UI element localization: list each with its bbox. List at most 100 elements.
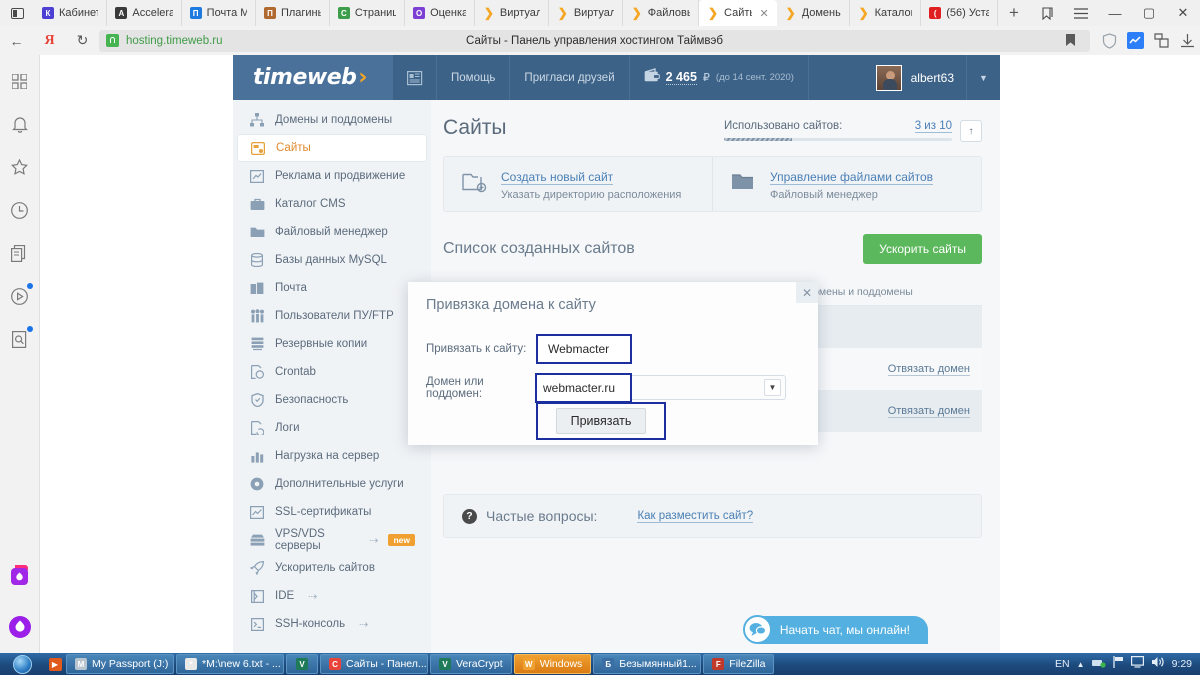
usage-value[interactable]: 3 из 10 [914,120,952,133]
balance-block[interactable]: 2 465 ₽ (до 14 сент. 2020) [630,55,809,100]
sidebar-item-19[interactable]: SSH-консоль ⇢ [237,610,427,638]
yandex-metrika-icon[interactable] [1122,26,1148,55]
taskbar-button[interactable]: M My Passport (J:) [66,654,174,674]
sidebar-item-16[interactable]: VPS/VDS серверы ⇢ new [237,526,427,554]
back-button[interactable]: ← [0,26,33,55]
omnibox[interactable]: hosting.timeweb.ru Сайты - Панель управл… [99,29,1090,52]
close-icon[interactable]: ✕ [796,282,818,303]
unlink-domain-link[interactable]: Отвязать домен [887,363,970,376]
browser-tab[interactable]: ❯ Домены [777,0,850,26]
create-site-action[interactable]: Создать новый сайт Указать директорию ра… [444,157,712,211]
sidebar-item-14[interactable]: Дополнительные услуги [237,470,427,498]
faq-link[interactable]: Как разместить сайт? [637,510,754,523]
sidebar-item-6[interactable]: Базы данных MySQL [237,246,427,274]
timeweb-logo[interactable]: timeweb › [233,55,393,100]
bell-icon[interactable] [8,112,32,136]
browser-tab[interactable]: ❯ Каталог [850,0,922,26]
browser-tab[interactable]: A Accelera [107,0,182,26]
photoshop-app-icon[interactable] [8,564,32,588]
network-icon[interactable] [1091,655,1106,673]
file-manager-title[interactable]: Управление файлами сайтов [770,170,934,185]
windows-start-orb[interactable] [0,653,44,675]
shield-protect-icon[interactable] [1096,26,1122,55]
close-tab-icon[interactable]: ✕ [759,7,768,20]
accelerate-sites-button[interactable]: Ускорить сайты [863,234,982,264]
sidebar-item-13[interactable]: Нагрузка на сервер [237,442,427,470]
invite-friends-link[interactable]: Пригласи друзей [510,55,630,100]
browser-menu-button[interactable] [1064,0,1098,26]
taskbar-button[interactable]: С Сайты - Панел... [320,654,428,674]
apps-grid-icon[interactable] [8,69,32,93]
browser-tab[interactable]: ❯ Виртуал [475,0,549,26]
sidebar-item-12[interactable]: Логи [237,414,427,442]
taskbar-button[interactable]: * *M:\new 6.txt - ... [176,654,284,674]
copy-pages-icon[interactable] [8,241,32,265]
tab-panel-toggle-icon[interactable] [0,0,34,26]
taskbar-button[interactable]: V VeraCrypt [430,654,512,674]
browser-tab[interactable]: П Почта M [182,0,256,26]
user-menu[interactable]: albert63 [864,55,966,100]
volume-icon[interactable] [1151,655,1165,673]
chat-widget[interactable]: Начать чат, мы онлайн! [742,613,928,646]
news-icon[interactable] [393,55,437,100]
sidebar-item-1[interactable]: Домены и поддомены [237,106,427,134]
browser-tab[interactable]: С Страниц [330,0,406,26]
close-window-button[interactable]: ✕ [1166,0,1200,26]
domain-select[interactable]: webmacter.ru ▼ [535,373,786,403]
document-search-icon[interactable] [8,326,33,351]
maximize-button[interactable]: ▢ [1132,0,1166,26]
unlink-domain-link[interactable]: Отвязать домен [887,405,970,418]
reload-button[interactable]: ↻ [66,26,99,55]
downloads-icon[interactable] [1174,26,1200,55]
browser-tab[interactable]: К Кабинет [34,0,108,26]
yandex-home-button[interactable]: Я [33,26,66,55]
media-player-icon[interactable]: ▶ [44,653,66,675]
taskbar-button[interactable]: F FileZilla [703,654,775,674]
chevron-down-icon[interactable]: ▼ [764,379,781,396]
file-manager-action[interactable]: Управление файлами сайтов Файловый менед… [712,157,981,211]
clock-history-icon[interactable] [8,198,32,222]
chat-label[interactable]: Начать чат, мы онлайн! [757,615,928,644]
show-hidden-icon[interactable]: ▲ [1077,660,1085,669]
browser-tab[interactable]: ((56) Уста [921,0,998,26]
bookmarks-button[interactable] [1030,0,1064,26]
sidebar-item-17[interactable]: Ускоритель сайтов [237,554,427,582]
sidebar-item-4[interactable]: Каталог CMS [237,190,427,218]
taskbar-button[interactable]: V [286,654,318,674]
browser-tab[interactable]: ❯ Файловь [623,0,700,26]
language-indicator[interactable]: EN [1055,658,1070,670]
monitor-icon[interactable] [1130,655,1144,673]
sidebar-item-8[interactable]: Пользователи ПУ/FTP [237,302,427,330]
domain-select-value[interactable]: webmacter.ru [537,375,630,401]
browser-tab[interactable]: ❯ Виртуал [549,0,623,26]
browser-tab[interactable]: ❯ Сайть ✕ [699,0,777,26]
add-bookmark-icon[interactable] [1057,26,1083,55]
video-play-icon[interactable] [8,283,33,308]
flag-icon[interactable] [1112,655,1124,673]
create-site-title[interactable]: Создать новый сайт [501,170,614,185]
minimize-button[interactable]: — [1098,0,1132,26]
sidebar-item-10[interactable]: Crontab [237,358,427,386]
browser-tab[interactable]: П Плагинь [256,0,330,26]
sidebar-item-11[interactable]: Безопасность [237,386,427,414]
sidebar-item-9[interactable]: Резервные копии [237,330,427,358]
new-tab-button[interactable]: + [998,0,1030,26]
arrow-up-icon[interactable]: ↑ [960,120,982,142]
taskbar-button[interactable]: Б Безымянный1... [593,654,702,674]
chevron-down-icon[interactable]: ▼ [966,55,1000,100]
bind-domain-submit-button[interactable]: Привязать [555,408,647,434]
sidebar-item-3[interactable]: Реклама и продвижение [237,162,427,190]
sidebar-item-18[interactable]: IDE ⇢ [237,582,427,610]
sidebar-item-2[interactable]: Сайты [237,134,427,162]
taskbar-clock[interactable]: 9:29 [1172,658,1192,670]
sidebar-item-5[interactable]: Файловый менеджер [237,218,427,246]
site-select-value[interactable]: Webmacter [538,336,630,362]
sidebar-item-7[interactable]: Почта [237,274,427,302]
sidebar-item-15[interactable]: SSL-сертификаты [237,498,427,526]
taskbar-button[interactable]: W Windows [513,654,592,674]
extensions-icon[interactable] [1148,26,1174,55]
browser-tab[interactable]: О Оценка [405,0,475,26]
help-link[interactable]: Помощь [437,55,511,100]
purple-drop-icon[interactable] [8,615,32,639]
star-icon[interactable] [8,155,32,179]
